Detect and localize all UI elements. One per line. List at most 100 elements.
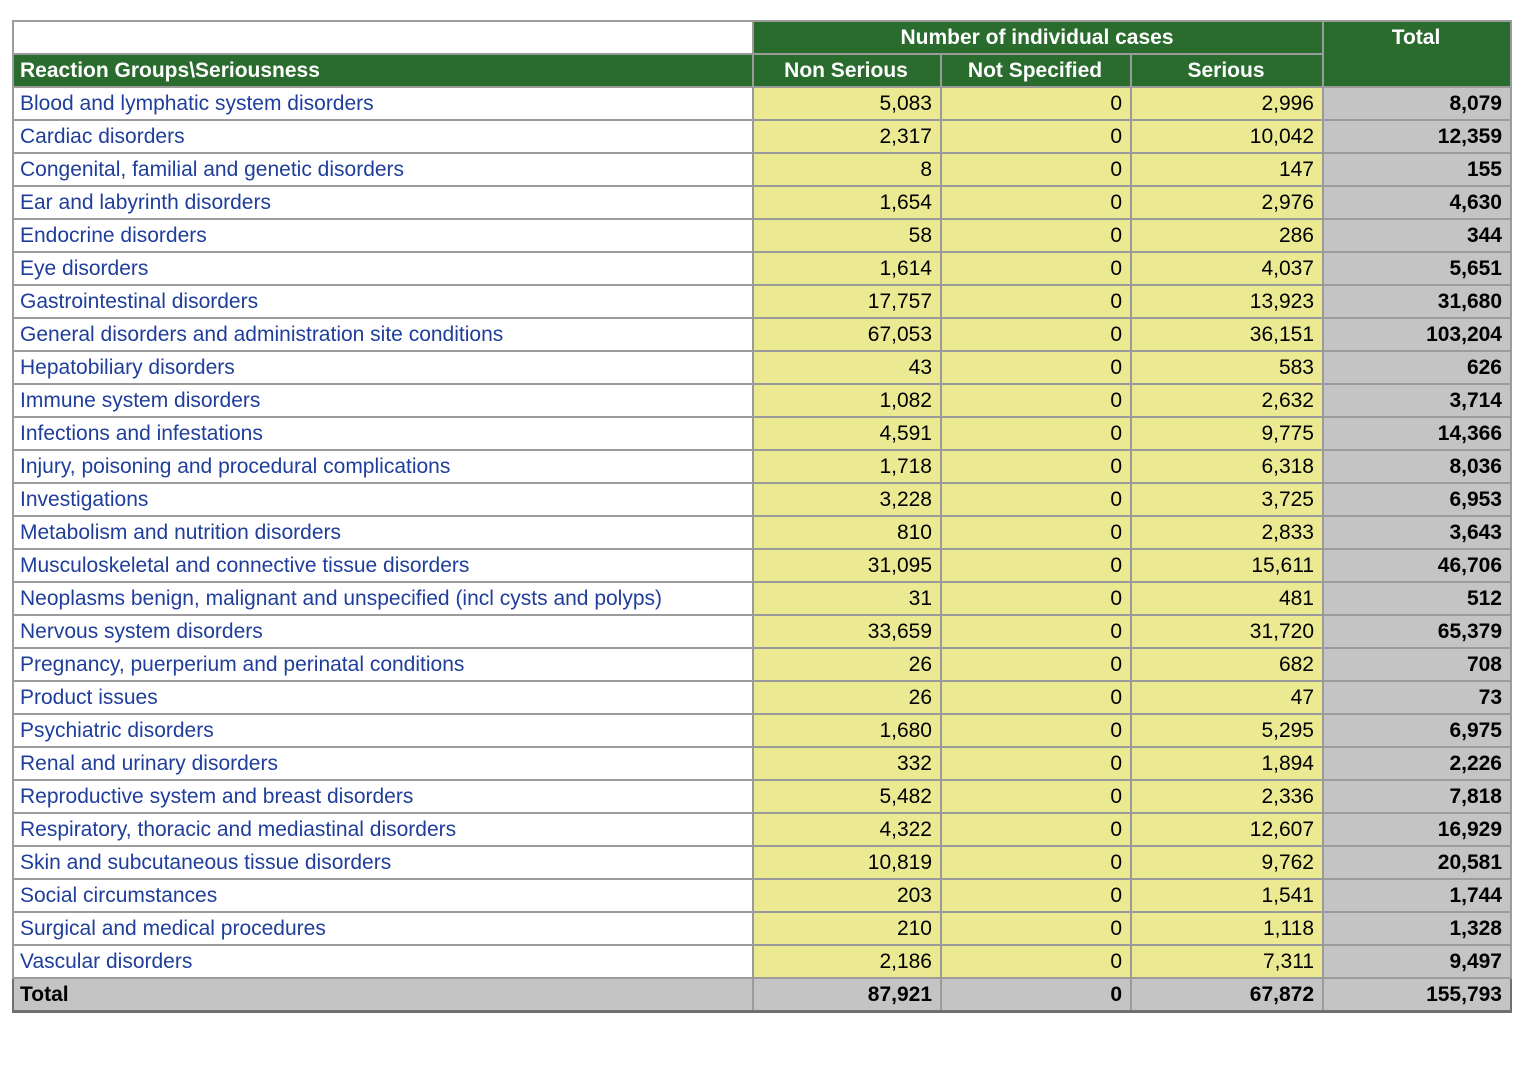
empty-corner-cell [12,20,754,55]
row-serious: 1,894 [1130,746,1324,781]
table-row: Eye disorders 1,614 0 4,037 5,651 [12,251,1512,286]
row-total: 9,497 [1322,944,1512,979]
row-non-serious: 26 [752,647,942,682]
row-total: 155 [1322,152,1512,187]
row-not-specified: 0 [940,416,1132,451]
row-label[interactable]: Respiratory, thoracic and mediastinal di… [12,812,754,847]
row-serious: 12,607 [1130,812,1324,847]
row-serious: 31,720 [1130,614,1324,649]
row-not-specified: 0 [940,317,1132,352]
table-row: Infections and infestations 4,591 0 9,775 14… [12,416,1512,451]
row-not-specified: 0 [940,581,1132,616]
row-non-serious: 8 [752,152,942,187]
row-label[interactable]: Hepatobiliary disorders [12,350,754,385]
row-label[interactable]: Product issues [12,680,754,715]
row-non-serious: 43 [752,350,942,385]
row-serious: 10,042 [1130,119,1324,154]
row-serious: 682 [1130,647,1324,682]
row-not-specified: 0 [940,482,1132,517]
table-body: Blood and lymphatic system disorders 5,08… [12,86,1512,979]
row-non-serious: 3,228 [752,482,942,517]
row-label[interactable]: Cardiac disorders [12,119,754,154]
row-label[interactable]: Pregnancy, puerperium and perinatal cond… [12,647,754,682]
row-non-serious: 58 [752,218,942,253]
row-label[interactable]: Skin and subcutaneous tissue disorders [12,845,754,880]
row-total: 8,079 [1322,86,1512,121]
row-serious: 4,037 [1130,251,1324,286]
row-label[interactable]: Eye disorders [12,251,754,286]
row-serious: 13,923 [1130,284,1324,319]
total-column-header: Total [1322,20,1512,88]
table-row: Renal and urinary disorders 332 0 1,894 2,22… [12,746,1512,781]
row-serious: 2,996 [1130,86,1324,121]
row-label[interactable]: Social circumstances [12,878,754,913]
table-row: Gastrointestinal disorders 17,757 0 13,923 3… [12,284,1512,319]
row-not-specified: 0 [940,911,1132,946]
row-label[interactable]: Gastrointestinal disorders [12,284,754,319]
row-total: 1,328 [1322,911,1512,946]
row-total: 103,204 [1322,317,1512,352]
row-label[interactable]: Reproductive system and breast disorders [12,779,754,814]
corner-header: Reaction Groups\Seriousness [12,53,754,88]
row-label[interactable]: Investigations [12,482,754,517]
row-label[interactable]: Immune system disorders [12,383,754,418]
row-not-specified: 0 [940,152,1132,187]
row-not-specified: 0 [940,878,1132,913]
row-non-serious: 810 [752,515,942,550]
row-not-specified: 0 [940,812,1132,847]
row-serious: 7,311 [1130,944,1324,979]
row-serious: 5,295 [1130,713,1324,748]
table-row: Congenital, familial and genetic disorde… [12,152,1512,187]
row-label[interactable]: Neoplasms benign, malignant and unspecif… [12,581,754,616]
col-header-serious: Serious [1130,53,1324,88]
row-not-specified: 0 [940,185,1132,220]
table-row: Cardiac disorders 2,317 0 10,042 12,359 [12,119,1512,154]
table-row: Musculoskeletal and connective tissue di… [12,548,1512,583]
row-not-specified: 0 [940,119,1132,154]
grand-total-label: Total [12,977,754,1013]
row-label[interactable]: Injury, poisoning and procedural complic… [12,449,754,484]
row-label[interactable]: Infections and infestations [12,416,754,451]
row-non-serious: 31,095 [752,548,942,583]
row-label[interactable]: Renal and urinary disorders [12,746,754,781]
row-serious: 2,833 [1130,515,1324,550]
report-page: Number of individual cases Total Reactio… [0,0,1536,1072]
row-label[interactable]: Nervous system disorders [12,614,754,649]
row-label[interactable]: General disorders and administration sit… [12,317,754,352]
row-not-specified: 0 [940,383,1132,418]
group-header: Number of individual cases [752,20,1324,55]
row-non-serious: 2,186 [752,944,942,979]
row-label[interactable]: Endocrine disorders [12,218,754,253]
table-row: Reproductive system and breast disorders… [12,779,1512,814]
row-label[interactable]: Congenital, familial and genetic disorde… [12,152,754,187]
row-total: 6,953 [1322,482,1512,517]
row-label[interactable]: Musculoskeletal and connective tissue di… [12,548,754,583]
row-serious: 9,762 [1130,845,1324,880]
row-total: 12,359 [1322,119,1512,154]
row-label[interactable]: Surgical and medical procedures [12,911,754,946]
row-serious: 15,611 [1130,548,1324,583]
table-row: Neoplasms benign, malignant and unspecif… [12,581,1512,616]
row-label[interactable]: Vascular disorders [12,944,754,979]
row-non-serious: 26 [752,680,942,715]
row-label[interactable]: Ear and labyrinth disorders [12,185,754,220]
grand-total-serious: 67,872 [1130,977,1324,1013]
row-serious: 1,118 [1130,911,1324,946]
table-row: Endocrine disorders 58 0 286 344 [12,218,1512,253]
row-non-serious: 1,654 [752,185,942,220]
row-label[interactable]: Blood and lymphatic system disorders [12,86,754,121]
table-row: Nervous system disorders 33,659 0 31,720 65,… [12,614,1512,649]
row-not-specified: 0 [940,779,1132,814]
row-total: 7,818 [1322,779,1512,814]
row-non-serious: 1,082 [752,383,942,418]
row-total: 5,651 [1322,251,1512,286]
row-total: 46,706 [1322,548,1512,583]
row-non-serious: 1,614 [752,251,942,286]
row-label[interactable]: Psychiatric disorders [12,713,754,748]
row-total: 31,680 [1322,284,1512,319]
grand-total-not-specified: 0 [940,977,1132,1013]
row-label[interactable]: Metabolism and nutrition disorders [12,515,754,550]
row-not-specified: 0 [940,449,1132,484]
table-row: Injury, poisoning and procedural complic… [12,449,1512,484]
row-total: 708 [1322,647,1512,682]
